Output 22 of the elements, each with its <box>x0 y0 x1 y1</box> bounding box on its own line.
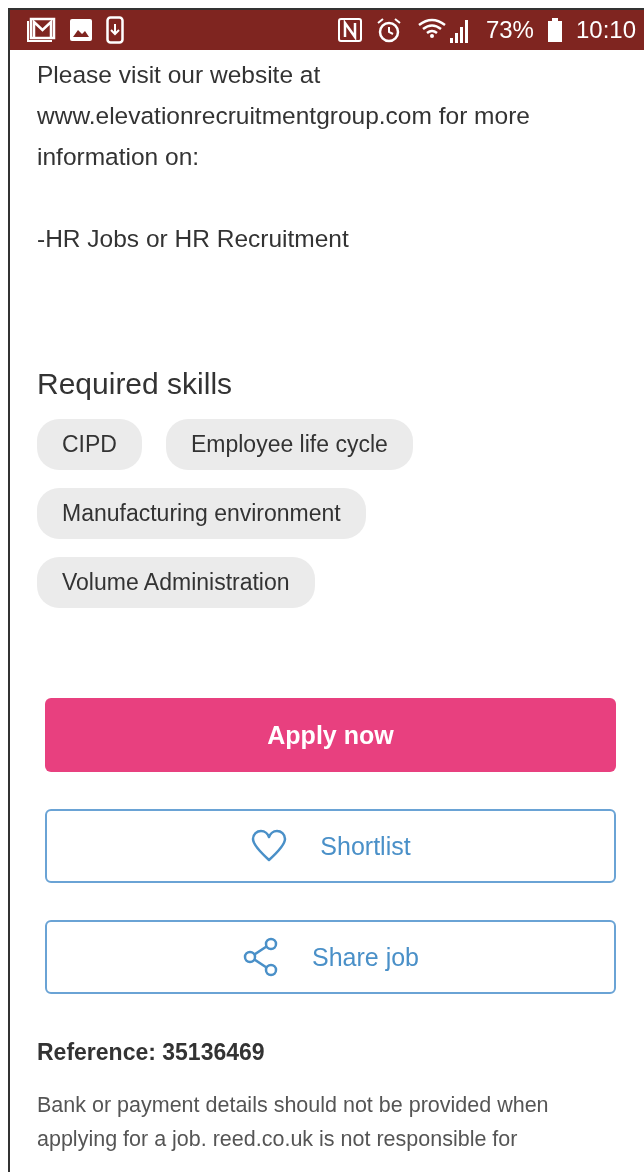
share-button[interactable]: Share job <box>45 920 616 994</box>
disclaimer-text: Bank or payment details should not be provided when applying for a job. reed.co.uk is not responsible for <box>37 1092 550 1153</box>
image-icon <box>70 19 92 41</box>
battery-percentage: 73% <box>485 16 534 44</box>
share-icon <box>242 937 280 977</box>
skill-tag: Employee life cycle <box>165 419 413 470</box>
battery-icon <box>547 18 562 42</box>
download-icon <box>106 16 124 44</box>
nfc-icon <box>337 18 362 42</box>
skill-tag: Manufacturing environment <box>37 488 366 539</box>
skill-tag: CIPD <box>37 419 142 470</box>
mail-icon <box>26 17 56 43</box>
skills-heading: Required skills <box>37 367 234 401</box>
description-paragraph: -HR Jobs or HR Recruitment <box>37 224 350 254</box>
heart-icon <box>250 829 289 863</box>
clock-time: 10:10 <box>575 16 636 44</box>
alarm-icon <box>375 17 402 43</box>
description-paragraph: Please visit our website at www.elevationrecruitmentgroup.com for more information on: <box>37 60 531 172</box>
apply-button[interactable]: Apply now <box>45 698 616 772</box>
reference-number: Reference: 35136469 <box>37 1039 266 1066</box>
shortlist-button[interactable]: Shortlist <box>45 809 616 883</box>
skill-tag: Volume Administration <box>37 557 315 608</box>
